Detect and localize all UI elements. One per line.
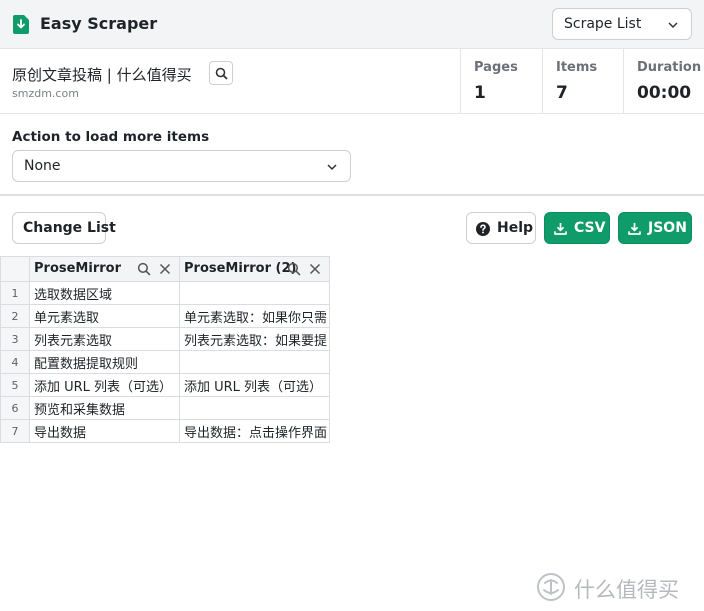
cell-text: 单元素选取：如果你只需 [184,310,328,326]
stat-items-value: 7 [556,83,568,103]
table-cell[interactable]: 列表元素选取 [29,327,180,351]
column-header-2[interactable]: ProseMirror (2) [179,256,330,282]
table-row: 5 添加 URL 列表（可选） 添加 URL 列表（可选） [0,373,330,397]
stat-pages-label: Pages [474,60,518,75]
download-json-button[interactable]: JSON [618,212,692,244]
table-cell[interactable] [179,350,330,374]
stat-duration: Duration 00:00 [623,49,704,113]
table-cell[interactable]: 预览和采集数据 [29,396,180,420]
load-more-action-select[interactable]: None [12,150,351,182]
table-cell[interactable]: 列表元素选取：如果要提 [179,327,330,351]
cell-text: 配置数据提取规则 [34,356,139,372]
row-number: 2 [0,304,30,328]
cell-text: 导出数据 [34,425,87,441]
cell-text: 添加 URL 列表（可选） [34,379,173,395]
search-icon[interactable] [287,262,301,276]
help-icon [476,222,490,236]
column-header-1[interactable]: ProseMirror [29,256,180,282]
section-divider [0,194,704,196]
table-cell[interactable]: 单元素选取：如果你只需 [179,304,330,328]
row-number: 6 [0,396,30,420]
table-header-row: ProseMirror ProseMirror (2) [0,256,330,282]
cell-text: 列表元素选取：如果要提 [184,333,328,349]
download-csv-button[interactable]: CSV [544,212,610,244]
mode-select-value: Scrape List [564,16,642,32]
cell-text: 列表元素选取 [34,333,113,349]
row-number: 1 [0,281,30,305]
page-title: 原创文章投稿 | 什么值得买 [12,66,192,84]
load-more-action-value: None [24,158,61,174]
row-number: 5 [0,373,30,397]
table-cell[interactable]: 导出数据：点击操作界面 [179,419,330,443]
stat-pages-value: 1 [474,83,486,103]
data-table: ProseMirror ProseMirror (2) 1 选取数据区域 2 单… [0,256,330,443]
close-icon[interactable] [159,263,171,275]
stat-pages: Pages 1 [460,49,542,113]
stat-duration-value: 00:00 [637,83,692,103]
row-number: 7 [0,419,30,443]
app-logo-icon [13,15,29,34]
stat-items: Items 7 [542,49,623,113]
csv-label: CSV [574,220,606,236]
chevron-down-icon [668,22,678,29]
watermark-text: 什么值得买 [574,578,679,602]
stat-items-label: Items [556,60,598,75]
site-domain: smzdm.com [12,87,79,100]
close-icon[interactable] [309,263,321,275]
action-label: Action to load more items [12,129,210,145]
search-icon [215,67,228,80]
watermark: 什么值得买 [536,572,696,602]
table-cell[interactable] [179,396,330,420]
change-list-button[interactable]: Change List [12,212,116,244]
stat-duration-label: Duration [637,60,702,75]
help-label: Help [497,220,534,236]
column-header-label: ProseMirror [34,261,121,276]
row-number-header [0,256,30,282]
table-cell[interactable] [179,281,330,305]
change-list-label: Change List [23,220,116,236]
smzdm-logo-icon [537,573,565,601]
table-cell[interactable]: 导出数据 [29,419,180,443]
table-cell[interactable]: 添加 URL 列表（可选） [29,373,180,397]
mode-select[interactable]: Scrape List [552,8,692,40]
cell-text: 预览和采集数据 [34,402,126,418]
table-row: 6 预览和采集数据 [0,396,330,420]
cell-text: 导出数据：点击操作界面 [184,425,328,441]
row-number: 4 [0,350,30,374]
app-title: Easy Scraper [40,14,158,33]
help-button[interactable]: Help [466,212,536,244]
download-icon [628,223,641,235]
table-row: 3 列表元素选取 列表元素选取：如果要提 [0,327,330,351]
top-bar: Easy Scraper Scrape List [0,0,704,49]
table-cell[interactable]: 配置数据提取规则 [29,350,180,374]
row-number: 3 [0,327,30,351]
table-cell[interactable]: 添加 URL 列表（可选） [179,373,330,397]
search-icon[interactable] [137,262,151,276]
download-icon [554,223,567,235]
table-row: 1 选取数据区域 [0,281,330,305]
cell-text: 选取数据区域 [34,287,113,303]
table-cell[interactable]: 单元素选取 [29,304,180,328]
cell-text: 单元素选取 [34,310,100,326]
table-row: 7 导出数据 导出数据：点击操作界面 [0,419,330,443]
column-header-label: ProseMirror (2) [184,261,297,276]
chevron-down-icon [327,164,337,171]
json-label: JSON [648,220,687,236]
table-cell[interactable]: 选取数据区域 [29,281,180,305]
site-info-row: 原创文章投稿 | 什么值得买 smzdm.com Pages 1 Items 7… [0,49,704,114]
cell-text: 添加 URL 列表（可选） [184,379,323,395]
site-search-button[interactable] [209,61,233,85]
table-row: 2 单元素选取 单元素选取：如果你只需 [0,304,330,328]
table-row: 4 配置数据提取规则 [0,350,330,374]
